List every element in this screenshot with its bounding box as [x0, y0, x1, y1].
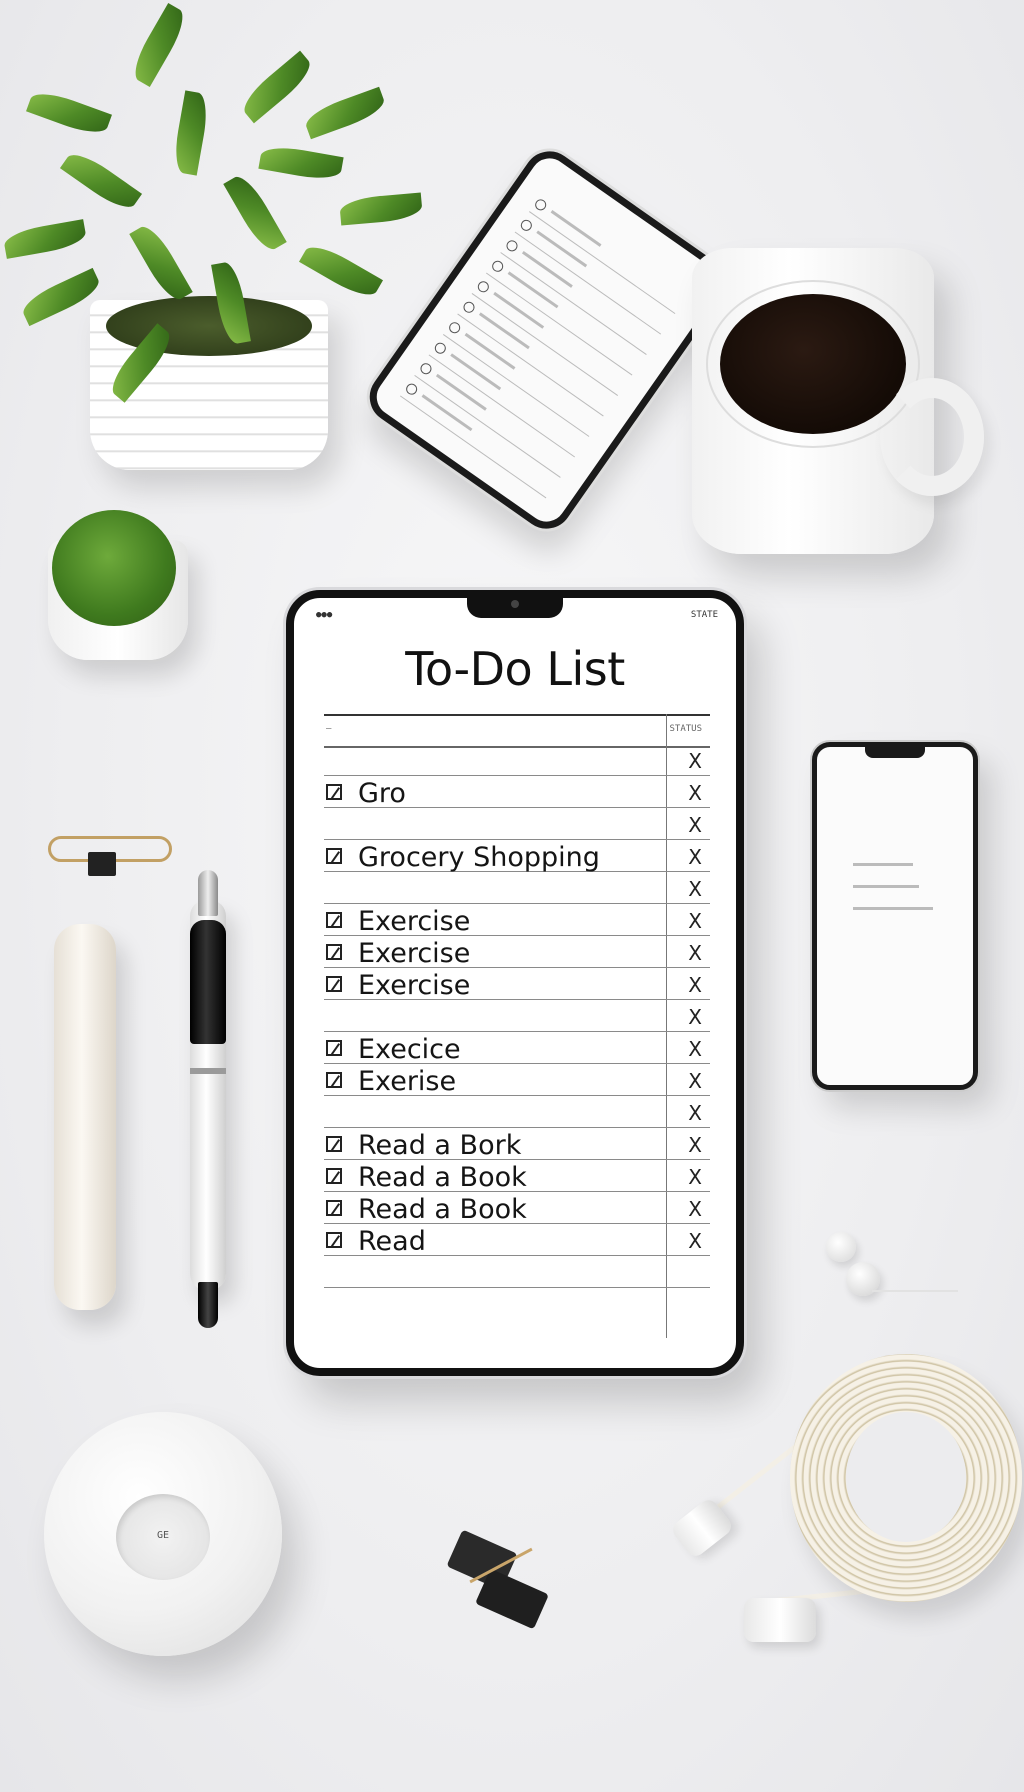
- pen-tip: [198, 870, 218, 916]
- todo-item[interactable]: X: [324, 1000, 710, 1032]
- status-mark[interactable]: X: [688, 813, 702, 837]
- puck-center: GE: [116, 1494, 210, 1580]
- usb-plug-2: [744, 1598, 816, 1642]
- todo-item[interactable]: Exerise X: [324, 1064, 710, 1097]
- todo-item-label: Exercise: [358, 906, 471, 937]
- tablet-notch: [467, 596, 563, 618]
- todo-item-label: Read: [358, 1226, 426, 1257]
- checkbox-icon[interactable]: [326, 784, 342, 800]
- binder-clip-base: [475, 1568, 549, 1630]
- status-mark[interactable]: X: [688, 877, 702, 901]
- column-header-status: STATUS: [669, 724, 702, 734]
- checkbox-icon[interactable]: [326, 1232, 342, 1248]
- page-title: To-Do List: [405, 642, 625, 696]
- pen-band: [190, 1068, 226, 1074]
- status-bar-right: STATE: [690, 610, 718, 620]
- mug-handle: [880, 378, 984, 496]
- status-mark[interactable]: X: [688, 1037, 702, 1061]
- checkbox-icon[interactable]: [326, 1072, 342, 1088]
- usb-plug: [669, 1496, 735, 1560]
- todo-item[interactable]: [324, 1256, 710, 1288]
- todo-item-label: Read a Book: [358, 1194, 527, 1225]
- status-mark[interactable]: X: [688, 1229, 702, 1253]
- todo-item[interactable]: Exercise X: [324, 904, 710, 937]
- status-mark[interactable]: X: [688, 845, 702, 869]
- roller-tube: [54, 924, 116, 1310]
- coffee: [720, 294, 906, 434]
- checkbox-icon[interactable]: [326, 912, 342, 928]
- status-bar-left: ●●●: [316, 610, 333, 620]
- todo-item[interactable]: Execice X: [324, 1032, 710, 1065]
- todo-item[interactable]: X: [324, 872, 710, 904]
- puck-label: GE: [156, 1530, 170, 1541]
- todo-item[interactable]: X: [324, 808, 710, 840]
- todo-item[interactable]: Read a Bork X: [324, 1128, 710, 1161]
- status-mark[interactable]: X: [688, 941, 702, 965]
- speaker-puck: GE: [44, 1412, 282, 1656]
- cable-coil-center: [846, 1412, 966, 1542]
- phone-right: [812, 742, 978, 1090]
- todo-list: X Gro X X Grocery Shopping X X Exercise X Exercis…: [324, 744, 710, 1288]
- todo-item-label: Read a Bork: [358, 1130, 522, 1161]
- todo-item-label: Execice: [358, 1034, 461, 1065]
- todo-item[interactable]: X: [324, 744, 710, 776]
- checkbox-icon[interactable]: [326, 976, 342, 992]
- todo-item-label: Gro: [358, 778, 406, 809]
- pen-grip: [190, 920, 226, 1044]
- todo-item[interactable]: Read X: [324, 1224, 710, 1257]
- status-mark[interactable]: X: [688, 909, 702, 933]
- status-mark[interactable]: X: [688, 1165, 702, 1189]
- todo-item-label: Read a Book: [358, 1162, 527, 1193]
- status-mark[interactable]: X: [688, 781, 702, 805]
- status-mark[interactable]: X: [688, 1005, 702, 1029]
- todo-item[interactable]: Exercise X: [324, 968, 710, 1001]
- status-mark[interactable]: X: [688, 973, 702, 997]
- status-mark[interactable]: X: [688, 749, 702, 773]
- checkbox-icon[interactable]: [326, 1040, 342, 1056]
- camera-icon: [511, 600, 519, 608]
- todo-item[interactable]: Read a Book X: [324, 1160, 710, 1193]
- todo-item[interactable]: Exercise X: [324, 936, 710, 969]
- moss-plant: [52, 510, 176, 626]
- paper-clip-grip: [88, 852, 116, 876]
- todo-item[interactable]: X: [324, 1096, 710, 1128]
- list-header: — STATUS: [324, 714, 710, 748]
- column-header-task: —: [326, 724, 332, 734]
- pen-end: [198, 1282, 218, 1328]
- status-mark[interactable]: X: [688, 1197, 702, 1221]
- todo-item-label: Exercise: [358, 970, 471, 1001]
- todo-item[interactable]: Read a Book X: [324, 1192, 710, 1225]
- todo-item-label: Exerise: [358, 1066, 457, 1097]
- status-mark[interactable]: X: [688, 1133, 702, 1157]
- todo-item-label: Exercise: [358, 938, 471, 969]
- checkbox-icon[interactable]: [326, 1168, 342, 1184]
- status-mark[interactable]: X: [688, 1101, 702, 1125]
- earbud-wire: [872, 1290, 958, 1292]
- checkbox-icon[interactable]: [326, 1136, 342, 1152]
- earbud-left: [826, 1232, 856, 1262]
- todo-item[interactable]: Gro X: [324, 776, 710, 809]
- todo-item-label: Grocery Shopping: [358, 842, 600, 873]
- checkbox-icon[interactable]: [326, 1200, 342, 1216]
- todo-item[interactable]: Grocery Shopping X: [324, 840, 710, 873]
- tablet: ●●● STATE To-Do List — STATUS X Gro X X Groc…: [286, 590, 744, 1376]
- checkbox-icon[interactable]: [326, 944, 342, 960]
- checkbox-icon[interactable]: [326, 848, 342, 864]
- status-mark[interactable]: X: [688, 1069, 702, 1093]
